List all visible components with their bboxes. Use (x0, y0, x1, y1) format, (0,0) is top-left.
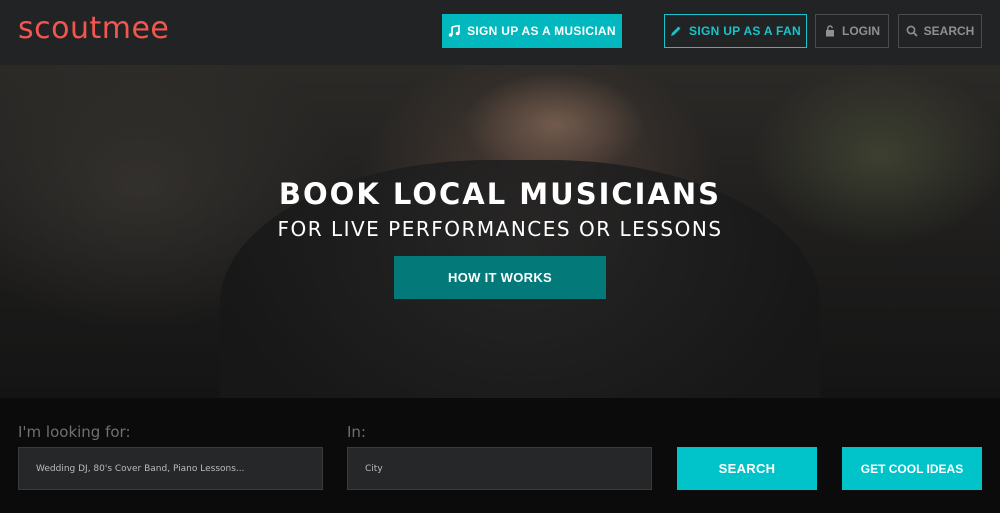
signup-musician-label: SIGN UP AS A MUSICIAN (467, 24, 616, 38)
looking-for-input[interactable]: Wedding DJ, 80's Cover Band, Piano Lesso… (18, 447, 323, 490)
signup-musician-button[interactable]: SIGN UP AS A MUSICIAN (442, 14, 622, 48)
pencil-icon (670, 25, 682, 37)
hero-title: BOOK LOCAL MUSICIANS (278, 177, 722, 211)
site-header: scoutmee SIGN UP AS A MUSICIAN SIGN UP A… (0, 0, 1000, 65)
music-note-icon (448, 25, 460, 37)
search-form: I'm looking for: In: Wedding DJ, 80's Co… (0, 398, 1000, 513)
signup-fan-label: SIGN UP AS A FAN (689, 24, 801, 38)
hero-content: BOOK LOCAL MUSICIANS FOR LIVE PERFORMANC… (0, 65, 1000, 398)
header-search-label: SEARCH (923, 24, 975, 38)
lock-icon (824, 25, 836, 37)
signup-fan-button[interactable]: SIGN UP AS A FAN (664, 14, 807, 48)
city-input[interactable]: City (347, 447, 652, 490)
get-cool-ideas-button[interactable]: GET COOL IDEAS (842, 447, 982, 490)
looking-for-label: I'm looking for: (18, 423, 131, 441)
header-search-button[interactable]: SEARCH (898, 14, 982, 48)
hero-subtitle: FOR LIVE PERFORMANCES OR LESSONS (277, 217, 723, 241)
hero-banner: BOOK LOCAL MUSICIANS FOR LIVE PERFORMANC… (0, 65, 1000, 398)
logo[interactable]: scoutmee (18, 11, 169, 46)
login-label: LOGIN (842, 24, 880, 38)
how-it-works-button[interactable]: HOW IT WORKS (394, 256, 606, 299)
search-icon (906, 25, 918, 37)
in-label: In: (347, 423, 366, 441)
login-button[interactable]: LOGIN (815, 14, 889, 48)
search-button[interactable]: SEARCH (677, 447, 817, 490)
